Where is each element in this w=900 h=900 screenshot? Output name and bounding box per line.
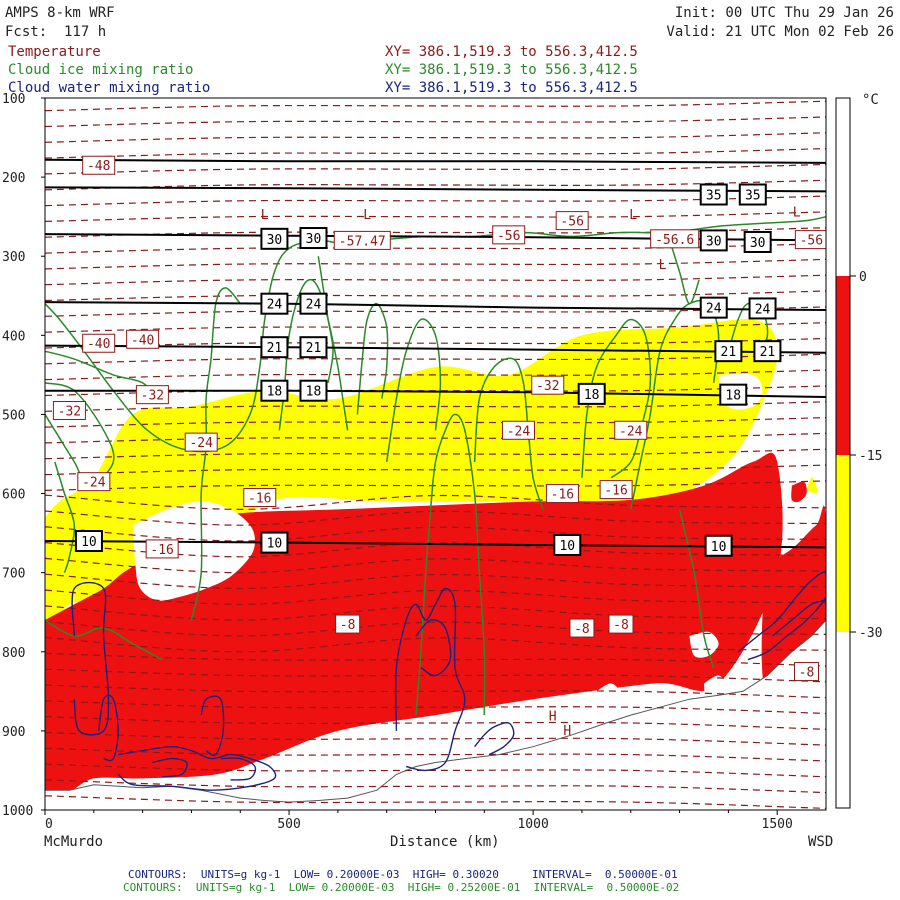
extremum-label: L — [629, 208, 637, 223]
extremum-label: L — [659, 258, 667, 273]
colorbar-band — [836, 276, 850, 455]
isoline-label: 21 — [267, 341, 283, 356]
isotherm-label: -56 — [497, 229, 520, 244]
footer-water-contours: CONTOURS: UNITS=g kg-1 LOW= 0.20000E-03 … — [128, 868, 678, 881]
isoline-label: 30 — [306, 232, 322, 247]
isotherm-label: -8 — [613, 618, 629, 633]
x-axis-label: Distance (km) — [390, 834, 500, 850]
isoline-label: 35 — [706, 189, 722, 204]
colorbar-band — [836, 98, 850, 276]
y-tick-label: 100 — [2, 92, 25, 107]
isoline-label: 10 — [267, 537, 283, 552]
isotherm-label: -24 — [619, 424, 643, 439]
isoline-label: 30 — [706, 234, 722, 249]
y-tick-label: 400 — [2, 329, 25, 344]
extremum-label: L — [261, 208, 269, 223]
isoline-label: 21 — [760, 345, 776, 360]
isotherm-label: -32 — [141, 389, 164, 404]
isotherm-label: -56.6 — [655, 233, 694, 248]
y-tick-label: 900 — [2, 725, 25, 740]
isotherm-label: -24 — [82, 476, 106, 491]
isotherm-label: -16 — [150, 543, 173, 558]
extremum-label: H — [563, 724, 571, 739]
isotherm-label: -8 — [799, 666, 815, 681]
isoline-label: 18 — [725, 389, 741, 404]
isoline-label: 24 — [306, 298, 322, 313]
isotherm-label: -24 — [507, 424, 531, 439]
isotherm-label: -57.47 — [339, 234, 386, 249]
isoline-label: 10 — [559, 539, 575, 554]
isoline-label: 10 — [711, 540, 727, 555]
extremum-label: L — [363, 208, 371, 223]
isotherm-label: -24 — [189, 436, 213, 451]
colorbar-band — [836, 455, 850, 632]
y-tick-label: 200 — [2, 171, 25, 186]
isoline-label: 18 — [584, 388, 600, 403]
isotherm-label: -32 — [536, 379, 559, 394]
endpoint-right: WSD — [808, 834, 834, 850]
isoline-label: 30 — [267, 233, 283, 248]
extremum-label: H — [549, 710, 557, 725]
isoline-label: 18 — [267, 385, 283, 400]
isoline-label: 21 — [721, 345, 737, 360]
isoline-label: 10 — [81, 535, 97, 550]
y-tick-label: 300 — [2, 250, 25, 265]
isotherm-label: -16 — [551, 488, 574, 503]
y-tick-label: 500 — [2, 408, 25, 423]
isoline-label: 24 — [706, 302, 722, 317]
extremum-label: L — [793, 206, 801, 221]
isoline-label: 35 — [745, 189, 761, 204]
isoline-label: 30 — [750, 236, 766, 251]
isotherm-label: -16 — [604, 484, 627, 499]
footer-ice-contours: CONTOURS: UNITS=g kg-1 LOW= 0.20000E-03 … — [123, 881, 680, 894]
x-tick-label: 1500 — [762, 817, 793, 832]
isotherm-label: -56 — [560, 215, 583, 230]
colorbar-tick-label: -15 — [859, 449, 882, 464]
isoline-label: 18 — [306, 385, 322, 400]
isotherm-label: -16 — [248, 492, 271, 507]
cross-section-chart: 35 35 30 30 30 30 24 24 24 24 21 21 21 21 18 18 18 18 10 10… — [2, 92, 882, 832]
isotherm-label: -40 — [131, 333, 154, 348]
x-tick-label: 1000 — [517, 817, 548, 832]
y-tick-label: 1000 — [2, 804, 33, 819]
colorbar-tick-label: 0 — [859, 270, 867, 285]
colorbar-tick-label: -30 — [859, 626, 882, 641]
isotherm-label: -8 — [340, 618, 356, 633]
isotherm-label: -40 — [87, 337, 110, 352]
isotherm-label: -48 — [87, 159, 110, 174]
isotherm-label: -32 — [58, 404, 81, 419]
y-tick-label: 700 — [2, 567, 25, 582]
isoline-label: 24 — [267, 298, 283, 313]
isotherm-label: -56 — [800, 234, 823, 249]
x-tick-label: 500 — [277, 817, 300, 832]
colorbar-unit: °C — [862, 92, 879, 108]
isoline-label: 24 — [755, 302, 771, 317]
endpoint-left: McMurdo — [44, 834, 104, 850]
y-tick-label: 800 — [2, 646, 25, 661]
y-tick-label: 600 — [2, 488, 25, 503]
colorbar-band — [836, 632, 850, 808]
isotherm-label: -8 — [574, 622, 590, 637]
isoline-label: 21 — [306, 341, 322, 356]
x-tick-label: 0 — [45, 817, 53, 832]
